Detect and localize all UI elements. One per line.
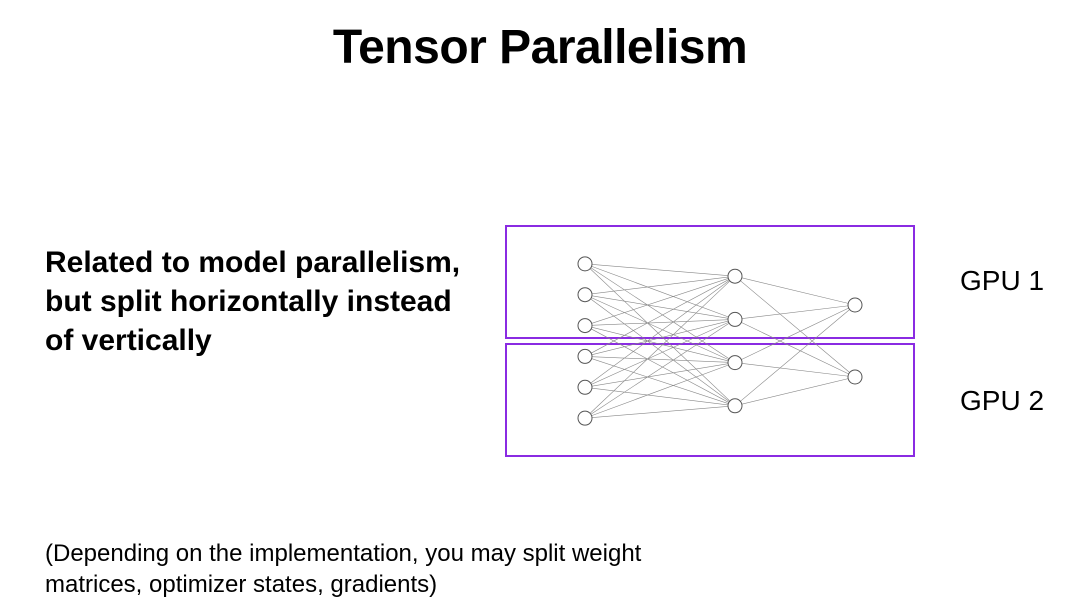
slide-title: Tensor Parallelism [0, 20, 1080, 75]
slide-description: Related to model parallelism, but split … [45, 243, 465, 360]
slide-footnote: (Depending on the implementation, you ma… [45, 538, 685, 600]
gpu2-label: GPU 2 [960, 385, 1044, 417]
neural-network-icon [565, 233, 885, 449]
tensor-parallelism-diagram [505, 225, 915, 455]
gpu1-label: GPU 1 [960, 265, 1044, 297]
